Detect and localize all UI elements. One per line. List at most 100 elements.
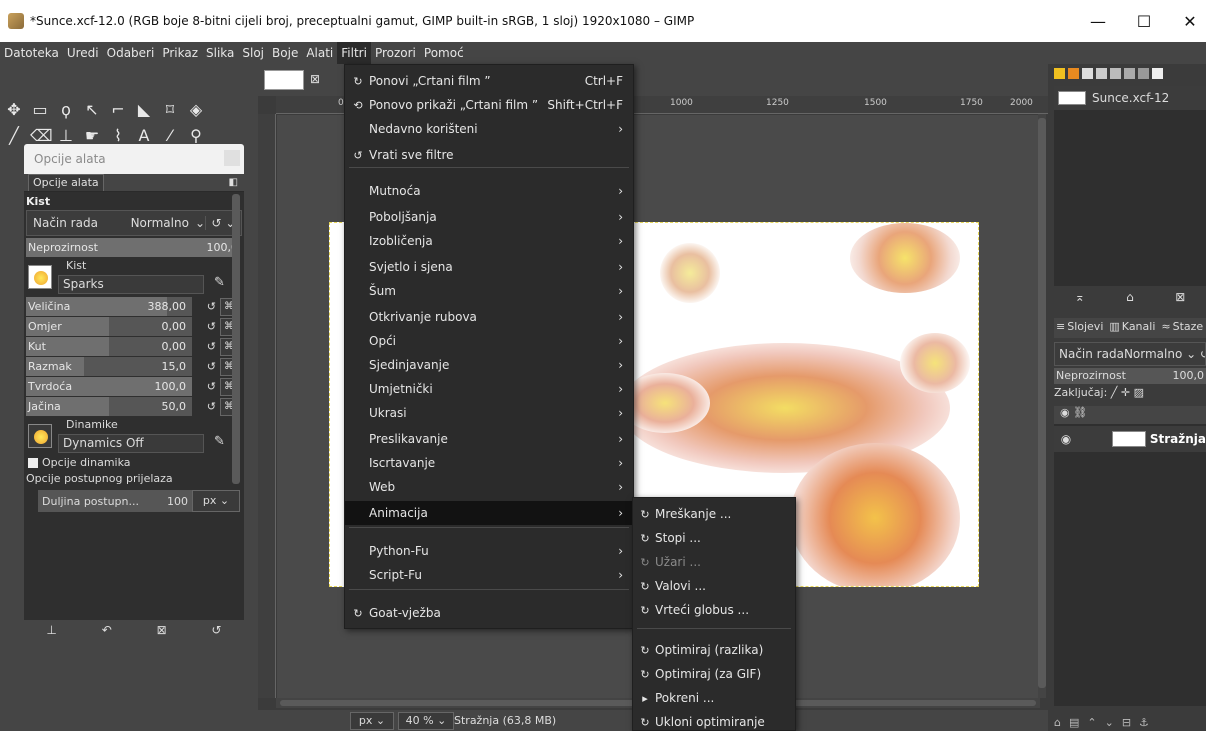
filters-menu-item-9[interactable]: Otkrivanje rubova › <box>345 305 633 329</box>
fade-unit-select[interactable]: px ⌄ <box>192 490 240 512</box>
new-layer-icon[interactable]: ⌂ <box>1054 716 1061 729</box>
mode-select[interactable]: Način rada Normalno ⌄ ↺ ⌄ <box>26 210 242 236</box>
slider-1[interactable]: Omjer 0,00 ↺ ⌘ <box>26 317 242 336</box>
document-icon[interactable] <box>1096 68 1107 79</box>
menu-prozori[interactable]: Prozori <box>371 42 420 64</box>
rect-select-icon[interactable]: ▭ <box>30 100 50 120</box>
menu-uredi[interactable]: Uredi <box>63 42 103 64</box>
filters-menu-item-15[interactable]: Iscrtavanje › <box>345 451 633 475</box>
save-options-icon[interactable]: ⊥ <box>46 623 56 637</box>
slider-value[interactable]: 100,0 <box>155 380 187 393</box>
filters-menu-item-8[interactable]: Šum › <box>345 279 633 303</box>
menu-odaberi[interactable]: Odaberi <box>103 42 159 64</box>
dynamics-options-expander[interactable]: Opcije dinamika <box>24 456 244 472</box>
filters-menu-item-16[interactable]: Web › <box>345 475 633 499</box>
move-tool-icon[interactable]: ✥ <box>4 100 24 120</box>
menu-prikaz[interactable]: Prikaz <box>158 42 202 64</box>
new-group-icon[interactable]: ▤ <box>1069 716 1079 729</box>
delete-image-icon[interactable]: ⊠ <box>1175 290 1185 304</box>
animation-menu-item-7[interactable]: ▸ Pokreni ... <box>633 686 795 710</box>
font-icon[interactable] <box>1082 68 1093 79</box>
brush-name[interactable]: Sparks <box>58 275 204 294</box>
mode-value[interactable]: Normalno <box>125 216 195 230</box>
reset-icon[interactable]: ↺ <box>207 360 216 373</box>
filters-menu-item-14[interactable]: Preslikavanje › <box>345 427 633 451</box>
lock-position-icon[interactable]: ✛ <box>1121 386 1130 399</box>
bucket-fill-icon[interactable]: ◈ <box>186 100 206 120</box>
zoom-icon[interactable]: ⚲ <box>186 126 206 146</box>
dock-menu-icon[interactable] <box>1152 68 1163 79</box>
opacity-slider[interactable]: Neprozirnost 100,0 <box>26 238 242 257</box>
lasso-icon[interactable]: ϙ <box>56 100 76 120</box>
filters-menu-item-0[interactable]: ↻ Ponovi „Crtani film ” Ctrl+F <box>345 69 633 93</box>
tab-kanali[interactable]: ▥ Kanali <box>1107 318 1159 338</box>
menu-datoteka[interactable]: Datoteka <box>0 42 63 64</box>
animation-menu-item-1[interactable]: ↻ Stopi ... <box>633 526 795 550</box>
slider-value[interactable]: 0,00 <box>162 320 187 333</box>
tab-slojevi[interactable]: ≡ Slojevi <box>1054 318 1107 338</box>
layer-row[interactable]: ◉ Stražnja <box>1054 426 1206 452</box>
close-dock-icon[interactable] <box>224 150 240 166</box>
smudge-icon[interactable]: ☛ <box>82 126 102 146</box>
undo-icon[interactable] <box>1124 68 1135 79</box>
zoom-select[interactable]: 40 % ⌄ <box>398 712 454 730</box>
edit-brush-icon[interactable]: ✎ <box>214 275 225 290</box>
animation-menu-item-5[interactable]: ↻ Optimiraj (razlika) <box>633 638 795 662</box>
brush-icon[interactable] <box>1110 68 1121 79</box>
close-tab-icon[interactable]: ⊠ <box>310 72 320 86</box>
color-picker-icon[interactable]: ⁄ <box>160 126 180 146</box>
filters-menu-item-1[interactable]: ⟲ Ponovo prikaži „Crtani film ” Shift+Ctrl… <box>345 93 633 117</box>
slider-4[interactable]: Tvrdoća 100,0 ↺ ⌘ <box>26 377 242 396</box>
lock-pixels-icon[interactable]: ╱ <box>1111 386 1118 399</box>
filters-menu-item-5[interactable]: Poboljšanja › <box>345 205 633 229</box>
filters-menu-item-13[interactable]: Ukrasi › <box>345 401 633 425</box>
tab-menu-icon[interactable]: ◧ <box>229 177 238 188</box>
menu-alati[interactable]: Alati <box>302 42 337 64</box>
reset-icon[interactable]: ↺ <box>207 340 216 353</box>
image-list-item[interactable]: Sunce.xcf-12 <box>1054 86 1206 110</box>
reset-icon[interactable]: ↺ <box>207 320 216 333</box>
lock-alpha-icon[interactable]: ▨ <box>1134 386 1144 399</box>
tool-options-scrollbar[interactable] <box>232 194 240 484</box>
menu-sloj[interactable]: Sloj <box>238 42 268 64</box>
fade-length-value[interactable]: 100 <box>167 495 188 508</box>
filters-menu-item-11[interactable]: Sjedinjavanje › <box>345 353 633 377</box>
filters-menu-item-12[interactable]: Umjetnički › <box>345 377 633 401</box>
layer-opacity-slider[interactable]: Neprozirnost 100,0 <box>1054 368 1206 384</box>
filters-menu-item-3[interactable]: ↺ Vrati sve filtre <box>345 143 633 167</box>
slider-2[interactable]: Kut 0,00 ↺ ⌘ <box>26 337 242 356</box>
warp-icon[interactable]: ⌑ <box>160 100 180 120</box>
paintbrush-icon[interactable]: ╱ <box>4 126 24 146</box>
reset-icon[interactable]: ↺ <box>207 300 216 313</box>
close-button[interactable]: ✕ <box>1162 0 1206 42</box>
anchor-layer-icon[interactable]: ⚓ <box>1139 716 1149 729</box>
fade-length-field[interactable]: Duljina postupn... 100 px ⌄ <box>38 490 240 512</box>
animation-menu-item-6[interactable]: ↻ Optimiraj (za GIF) <box>633 662 795 686</box>
edit-dynamics-icon[interactable]: ✎ <box>214 434 225 449</box>
restore-options-icon[interactable]: ↶ <box>102 623 112 637</box>
delete-options-icon[interactable]: ⊠ <box>157 623 167 637</box>
raise-layer-icon[interactable]: ⌃ <box>1087 716 1096 729</box>
filters-menu-item-7[interactable]: Svjetlo i sjena › <box>345 255 633 279</box>
fg-color-icon[interactable] <box>1054 68 1065 79</box>
animation-menu-item-8[interactable]: ↻ Ukloni optimiranje <box>633 710 795 731</box>
paths-icon[interactable]: ⌇ <box>108 126 128 146</box>
dynamics-name[interactable]: Dynamics Off <box>58 434 204 453</box>
text-tool-icon[interactable]: A <box>134 126 154 146</box>
unified-transform-icon[interactable]: ◣ <box>134 100 154 120</box>
filters-menu-item-2[interactable]: Nedavno korišteni › <box>345 117 633 141</box>
filters-menu-item-19[interactable]: Script-Fu › <box>345 563 633 587</box>
brush-thumbnail[interactable] <box>28 265 52 289</box>
slider-value[interactable]: 50,0 <box>162 400 187 413</box>
crop-icon[interactable]: ⌐ <box>108 100 128 120</box>
filters-menu-item-10[interactable]: Opći › <box>345 329 633 353</box>
menu-slika[interactable]: Slika <box>202 42 238 64</box>
unit-select[interactable]: px ⌄ <box>350 712 394 730</box>
slider-value[interactable]: 15,0 <box>162 360 187 373</box>
slider-3[interactable]: Razmak 15,0 ↺ ⌘ <box>26 357 242 376</box>
new-view-icon[interactable]: ⌂ <box>1126 290 1134 304</box>
eye-icon[interactable]: ◉ <box>1054 432 1078 446</box>
raise-view-icon[interactable]: ⌅ <box>1075 290 1085 304</box>
reset-options-icon[interactable]: ↺ <box>211 623 221 637</box>
animation-menu-item-4[interactable]: ↻ Vrteći globus ... <box>633 598 795 622</box>
